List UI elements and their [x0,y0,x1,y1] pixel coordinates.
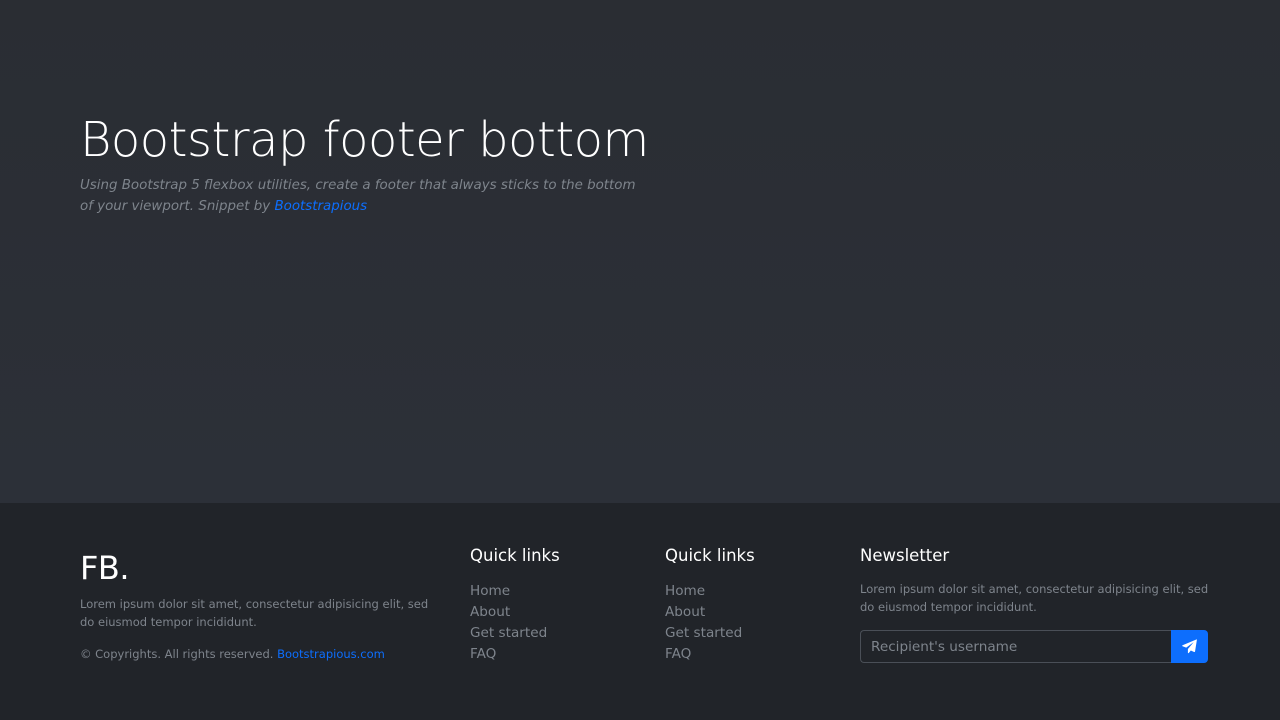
quick-links-title-2: Quick links [665,546,755,565]
footer-link-about[interactable]: About [470,604,510,620]
paper-plane-icon [1182,639,1197,654]
bootstrapious-link[interactable]: Bootstrapious [274,199,367,214]
list-item: Get started [665,623,742,644]
newsletter-title: Newsletter [860,546,950,565]
list-item: Home [665,581,742,602]
list-item: About [665,602,742,623]
footer-link-get-started[interactable]: Get started [470,625,547,641]
copyright-text: © Copyrights. All rights reserved. [80,647,278,661]
newsletter-form [860,630,1208,663]
list-item: FAQ [470,644,547,665]
footer-brand: FB. [80,549,130,587]
footer-brand-description: Lorem ipsum dolor sit amet, consectetur … [80,597,429,629]
list-item: About [470,602,547,623]
list-item: Get started [470,623,547,644]
quick-links-list-1: Home About Get started FAQ [470,581,547,665]
newsletter-submit-button[interactable] [1171,630,1208,663]
footer-link-get-started[interactable]: Get started [665,625,742,641]
footer-link-home[interactable]: Home [470,583,510,599]
copyright-link[interactable]: Bootstrapious.com [277,647,385,661]
footer-link-faq[interactable]: FAQ [470,646,496,662]
quick-links-title-1: Quick links [470,546,560,565]
page-title: Bootstrap footer bottom [80,112,649,168]
footer-link-home[interactable]: Home [665,583,705,599]
footer-copyright: © Copyrights. All rights reserved. Boots… [80,645,385,663]
list-item: FAQ [665,644,742,665]
newsletter-description: Lorem ipsum dolor sit amet, consectetur … [860,582,1209,614]
list-item: Home [470,581,547,602]
newsletter-email-input[interactable] [860,630,1171,663]
footer-link-about[interactable]: About [665,604,705,620]
footer-link-faq[interactable]: FAQ [665,646,691,662]
hero-subtitle: Using Bootstrap 5 flexbox utilities, cre… [80,175,640,217]
hero-section: Bootstrap footer bottom Using Bootstrap … [0,0,1280,503]
quick-links-list-2: Home About Get started FAQ [665,581,742,665]
